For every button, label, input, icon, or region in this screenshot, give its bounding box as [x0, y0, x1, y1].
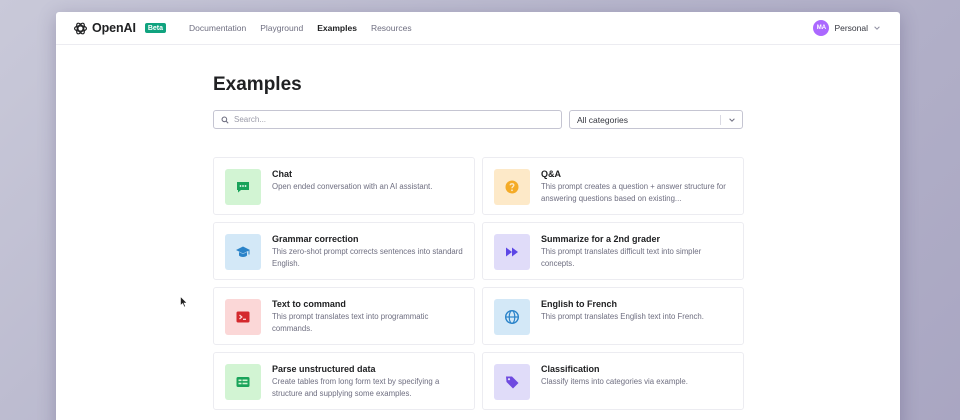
nav-link-documentation[interactable]: Documentation — [189, 23, 246, 33]
account-menu[interactable]: MA Personal — [813, 20, 881, 36]
nav-links: Documentation Playground Examples Resour… — [189, 23, 412, 33]
example-card-parse-unstructured-data[interactable]: Parse unstructured data Create tables fr… — [213, 352, 475, 410]
question-icon — [494, 169, 530, 205]
tag-icon — [494, 364, 530, 400]
browser-window: OpenAI Beta Documentation Playground Exa… — [56, 12, 900, 420]
card-description: This prompt translates difficult text in… — [541, 247, 702, 268]
card-description: This prompt translates English text into… — [541, 312, 704, 321]
nav-link-examples[interactable]: Examples — [317, 23, 357, 33]
card-title: Classification — [541, 364, 600, 374]
card-description: This prompt translates text into program… — [272, 312, 429, 333]
example-card-english-to-french[interactable]: English to French This prompt translates… — [482, 287, 744, 345]
card-title: Text to command — [272, 299, 346, 309]
card-title: Grammar correction — [272, 234, 359, 244]
nav-link-playground[interactable]: Playground — [260, 23, 303, 33]
card-description: This prompt creates a question + answer … — [541, 182, 726, 203]
example-card-chat[interactable]: Chat Open ended conversation with an AI … — [213, 157, 475, 215]
table-icon — [225, 364, 261, 400]
search-input[interactable] — [234, 115, 534, 124]
card-title: English to French — [541, 299, 618, 309]
example-card-text-to-command[interactable]: Text to command This prompt translates t… — [213, 287, 475, 345]
card-title: Parse unstructured data — [272, 364, 376, 374]
chevron-down-icon — [729, 118, 735, 122]
page-title: Examples — [213, 74, 302, 95]
card-title: Summarize for a 2nd grader — [541, 234, 661, 244]
category-select-value: All categories — [577, 114, 629, 125]
card-description: Classify items into categories via examp… — [541, 377, 688, 386]
nav-link-resources[interactable]: Resources — [371, 23, 412, 33]
main-content: Examples All categories Chat Open ended … — [213, 74, 744, 410]
chevron-down-icon — [874, 26, 880, 30]
mouse-cursor-icon — [180, 296, 188, 308]
beta-badge: Beta — [144, 23, 167, 33]
select-divider — [720, 115, 721, 125]
graduation-cap-icon — [225, 234, 261, 270]
openai-logo-icon — [74, 22, 87, 34]
fast-forward-icon — [494, 234, 530, 270]
search-box[interactable] — [213, 110, 562, 129]
card-description: Create tables from long form text by spe… — [272, 377, 440, 398]
card-title: Q&A — [541, 169, 561, 179]
card-title: Chat — [272, 169, 292, 179]
example-card-grammar-correction[interactable]: Grammar correction This zero-shot prompt… — [213, 222, 475, 280]
example-card-classification[interactable]: Classification Classify items into categ… — [482, 352, 744, 410]
example-card-qa[interactable]: Q&A This prompt creates a question + ans… — [482, 157, 744, 215]
examples-grid: Chat Open ended conversation with an AI … — [213, 157, 744, 410]
chat-icon — [225, 169, 261, 205]
search-icon — [221, 116, 229, 124]
example-card-summarize[interactable]: Summarize for a 2nd grader This prompt t… — [482, 222, 744, 280]
category-select[interactable]: All categories — [569, 110, 743, 129]
filter-bar: All categories — [213, 110, 743, 129]
avatar: MA — [813, 20, 830, 36]
globe-icon — [494, 299, 530, 335]
card-description: Open ended conversation with an AI assis… — [272, 182, 433, 191]
account-name: Personal — [834, 23, 868, 33]
brand-name: OpenAI — [92, 21, 136, 35]
terminal-icon — [225, 299, 261, 335]
top-nav: OpenAI Beta Documentation Playground Exa… — [56, 12, 900, 45]
openai-logo[interactable]: OpenAI Beta — [73, 21, 167, 36]
card-description: This zero-shot prompt corrects sentences… — [272, 247, 463, 268]
